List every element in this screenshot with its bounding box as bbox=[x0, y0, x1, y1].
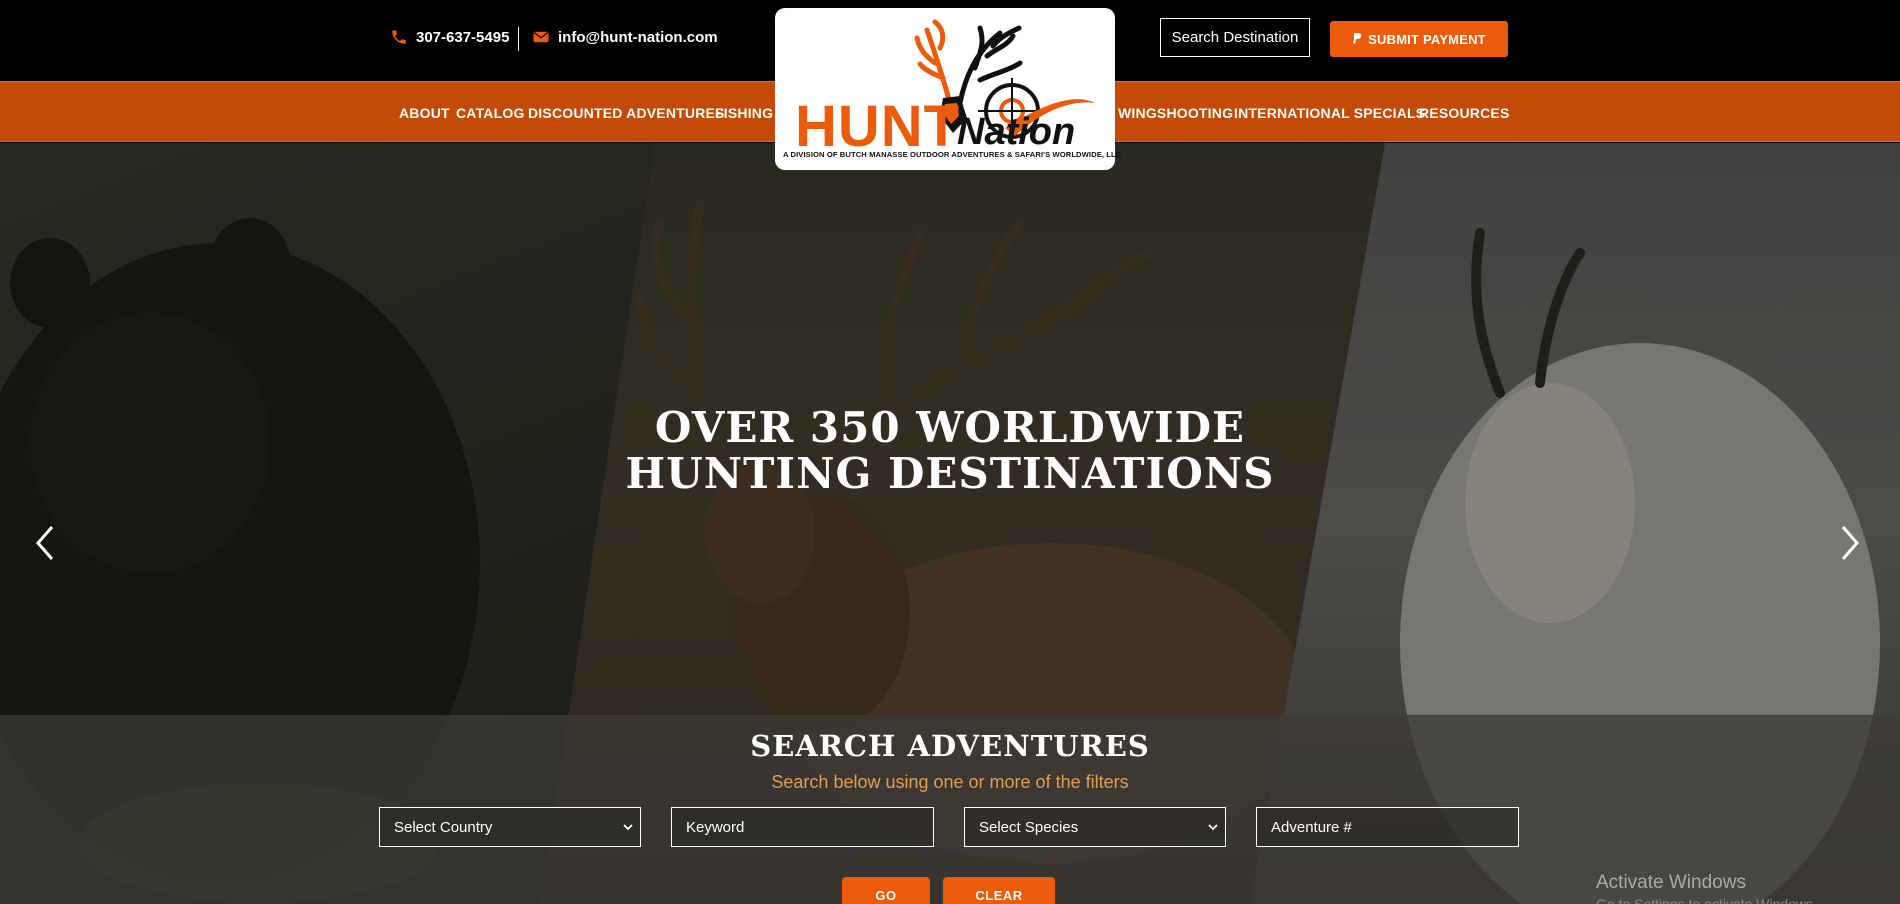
phone-link[interactable]: 307-637-5495 bbox=[390, 28, 509, 46]
chevron-down-icon bbox=[623, 824, 633, 831]
adventure-number-placeholder: Adventure # bbox=[1271, 818, 1352, 836]
search-destination-button[interactable]: Search Destination bbox=[1160, 18, 1310, 57]
email-address: info@hunt-nation.com bbox=[558, 28, 718, 46]
envelope-icon bbox=[533, 31, 549, 43]
submit-payment-button[interactable]: SUBMIT PAYMENT bbox=[1330, 21, 1508, 57]
chevron-down-icon bbox=[1208, 824, 1218, 831]
search-subtitle: Search below using one or more of the fi… bbox=[771, 772, 1129, 792]
species-select[interactable]: Select Species bbox=[964, 807, 1226, 847]
nav-item-wingshooting[interactable]: WINGSHOOTING bbox=[1118, 82, 1233, 143]
hero-title-line1: OVER 350 WORLDWIDE bbox=[654, 403, 1246, 452]
nav-item-about[interactable]: ABOUT bbox=[399, 82, 450, 143]
nav-item-fishing[interactable]: FISHING bbox=[715, 82, 773, 143]
submit-payment-label: SUBMIT PAYMENT bbox=[1368, 31, 1486, 47]
nav-item-discounted-adventures[interactable]: DISCOUNTED ADVENTURES bbox=[528, 82, 725, 143]
species-select-value: Select Species bbox=[979, 818, 1079, 836]
phone-icon bbox=[392, 30, 406, 44]
search-title: SEARCH ADVENTURES bbox=[750, 729, 1150, 763]
activate-windows-watermark: Activate Windows bbox=[1596, 872, 1746, 893]
svg-text:Nation: Nation bbox=[957, 111, 1075, 153]
logo-tagline: A DIVISION OF BUTCH MANASSE OUTDOOR ADVE… bbox=[783, 150, 1122, 159]
site-logo[interactable]: HUNT Nation A DIVISION OF BUTCH MANASSE … bbox=[775, 8, 1122, 170]
nav-item-international-specials[interactable]: INTERNATIONAL SPECIALS bbox=[1234, 82, 1425, 143]
hero-title: OVER 350 WORLDWIDE HUNTING DESTINATIONS bbox=[0, 405, 1900, 497]
adventure-number-input[interactable]: Adventure # bbox=[1256, 807, 1519, 847]
paypal-icon bbox=[1353, 33, 1362, 44]
email-link[interactable]: info@hunt-nation.com bbox=[532, 28, 718, 46]
chevron-left-icon[interactable] bbox=[30, 523, 60, 563]
activate-windows-subtext: Go to Settings to activate Windows. bbox=[1596, 896, 1817, 904]
go-button[interactable]: GO bbox=[842, 877, 930, 904]
country-select-value: Select Country bbox=[394, 818, 493, 836]
country-select[interactable]: Select Country bbox=[379, 807, 641, 847]
hero-title-line2: HUNTING DESTINATIONS bbox=[625, 449, 1275, 498]
nav-item-resources[interactable]: RESOURCES bbox=[1419, 82, 1509, 143]
keyword-placeholder: Keyword bbox=[686, 818, 745, 836]
deer-logo-icon: HUNT Nation bbox=[795, 19, 1095, 159]
clear-button[interactable]: CLEAR bbox=[943, 877, 1055, 904]
chevron-right-icon[interactable] bbox=[1835, 523, 1865, 563]
nav-item-catalog[interactable]: CATALOG bbox=[456, 82, 525, 143]
hero-slider: OVER 350 WORLDWIDE HUNTING DESTINATIONS … bbox=[0, 143, 1900, 904]
phone-number: 307-637-5495 bbox=[416, 28, 510, 46]
keyword-input[interactable]: Keyword bbox=[671, 807, 934, 847]
contact-divider bbox=[518, 27, 519, 51]
